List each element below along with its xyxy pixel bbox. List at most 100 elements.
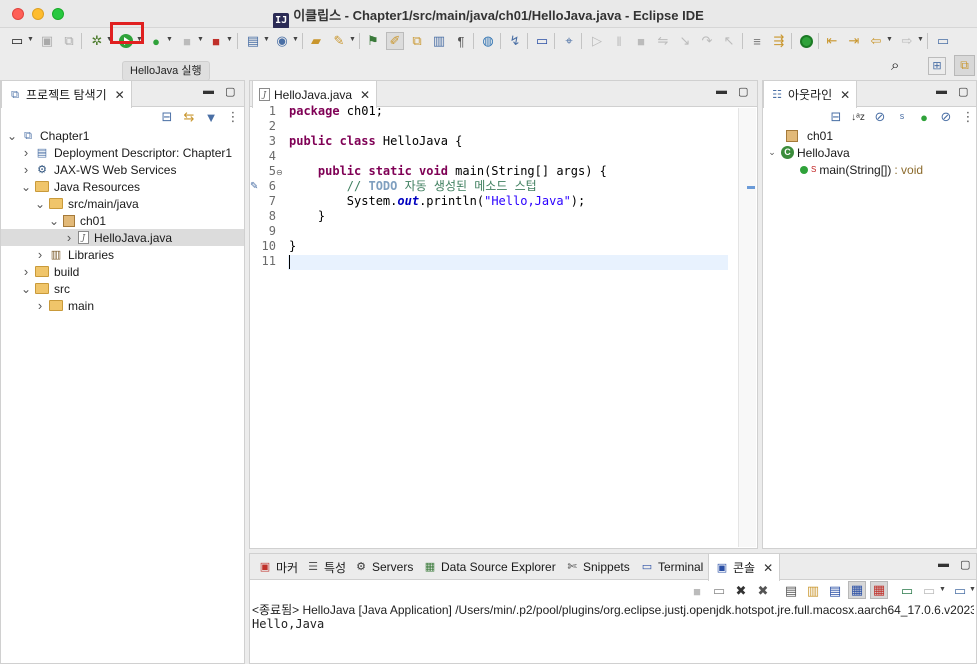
minimize-icon[interactable]: ▬ [938,558,949,570]
chevron-right-icon[interactable]: › [20,264,32,279]
next-annotation-icon[interactable]: ⇥ [845,32,863,50]
task-marker-icon[interactable]: ✎ [250,180,261,193]
maximize-icon[interactable]: ▢ [225,85,235,98]
display-console-dropdown-icon[interactable]: ▼ [939,586,946,593]
word-wrap-icon[interactable]: ▥ [430,32,448,50]
spring-boot-icon[interactable] [797,32,815,50]
outline-item-package[interactable]: ch01 [786,127,833,144]
back-icon[interactable]: ⇦ [867,32,885,50]
clear-console-icon[interactable]: ▤ [782,582,800,600]
open-type-icon[interactable]: ▰ [307,32,325,50]
coverage-icon[interactable]: ● [147,32,165,50]
chevron-down-icon[interactable]: ⌄ [34,197,46,211]
back-dropdown-icon[interactable]: ▼ [886,36,893,43]
tree-item[interactable]: › ▥ Libraries [34,246,114,263]
new-server-dropdown-icon[interactable]: ▼ [263,36,270,43]
tree-item[interactable]: › ⚙ JAX-WS Web Services [20,161,177,178]
new-class-dropdown-icon[interactable]: ▼ [292,36,299,43]
save-all-icon[interactable]: ⧉ [60,32,78,50]
view-menu-icon[interactable]: ⋮ [224,108,242,126]
tree-item[interactable]: ⌄ src/main/java [34,195,139,212]
mark-occurrences-icon[interactable]: ✐ [386,32,404,50]
scroll-lock-icon[interactable]: ▥ [804,582,822,600]
collapse-all-icon[interactable]: ⊟ [827,108,845,126]
console-terminate-icon[interactable]: ■ [688,582,706,600]
maximize-icon[interactable]: ▢ [738,85,748,98]
tab-terminal[interactable]: ▭ Terminal [634,554,709,580]
hide-static-icon[interactable]: ˢ [893,108,911,126]
toggle-block-selection-icon[interactable]: ⧉ [408,32,426,50]
collapse-all-icon[interactable]: ⊟ [158,108,176,126]
java-ee-perspective-icon[interactable]: ⧉ [954,55,975,76]
console-remove-launch-icon[interactable]: ▭ [710,582,728,600]
tree-item[interactable]: ⌄ Java Resources [20,178,140,195]
show-whitespace-icon[interactable]: ¶ [452,32,470,50]
tab-snippets[interactable]: ✄ Snippets [559,554,636,580]
show-on-output-icon[interactable]: ▦ [848,581,866,599]
coverage-dropdown-icon[interactable]: ▼ [166,36,173,43]
tab-servers[interactable]: ⚙ Servers [348,554,419,580]
minimize-icon[interactable]: ▬ [716,85,727,97]
filter-icon[interactable]: ▼ [202,108,220,126]
chevron-right-icon[interactable]: › [34,247,46,262]
close-icon[interactable]: ✕ [763,561,773,575]
chevron-right-icon[interactable]: › [63,230,75,245]
remove-all-icon[interactable]: ✖ [754,582,772,600]
overview-ruler-marker[interactable] [747,186,755,189]
forward-dropdown-icon[interactable]: ▼ [917,36,924,43]
new-dropdown-icon[interactable]: ▼ [27,36,34,43]
tree-item[interactable]: ⌄ ⧉ Chapter1 [6,127,89,144]
search-icon[interactable]: ⌕ [891,57,909,75]
fold-collapse-icon[interactable]: ⊖ [276,168,283,177]
close-icon[interactable]: ✕ [840,88,850,102]
show-on-error-icon[interactable]: ▦ [870,581,888,599]
new-class-icon[interactable]: ◉ [273,32,291,50]
outline-item-class[interactable]: ⌄ C HelloJava [766,144,849,161]
tab-data-source-explorer[interactable]: ▦ Data Source Explorer [417,554,562,580]
new-icon[interactable]: ▭ [8,32,26,50]
chevron-down-icon[interactable]: ⌄ [766,147,778,158]
resume-icon[interactable]: ▷ [588,32,606,50]
disconnect-icon[interactable]: ⇋ [654,32,672,50]
external-tools-icon[interactable]: ■ [207,32,225,50]
chevron-right-icon[interactable]: › [20,145,32,160]
chevron-down-icon[interactable]: ⌄ [6,129,18,143]
forward-icon[interactable]: ⇨ [898,32,916,50]
tree-item[interactable]: ⌄ ch01 [48,212,106,229]
step-over-icon[interactable]: ↷ [698,32,716,50]
tab-project-explorer[interactable]: ⧉ 프로젝트 탐색기 ✕ [1,81,132,108]
suspend-icon[interactable]: ‖ [610,32,628,50]
tree-item[interactable]: › main [34,297,94,314]
search-tool-icon[interactable]: ✎ [330,32,348,50]
chevron-down-icon[interactable]: ⌄ [20,180,32,194]
hide-local-types-icon[interactable]: ⊘ [937,108,955,126]
pin-console-icon[interactable]: ▭ [898,582,916,600]
minimize-icon[interactable]: ▬ [203,85,214,97]
editor-scrollbar[interactable] [738,108,756,547]
step-return-icon[interactable]: ↖ [720,32,738,50]
external-tools-dropdown-icon[interactable]: ▼ [226,36,233,43]
web-browser-icon[interactable]: ◍ [479,32,497,50]
open-console-dropdown-icon[interactable]: ▼ [969,586,976,593]
tree-item[interactable]: ⌄ src [20,280,70,297]
word-wrap-console-icon[interactable]: ▤ [826,582,844,600]
use-step-filters-icon[interactable]: ⇶ [770,32,788,50]
chevron-right-icon[interactable]: › [34,298,46,313]
chevron-right-icon[interactable]: › [20,162,32,177]
terminate-icon[interactable]: ■ [632,32,650,50]
view-menu-icon[interactable]: ⋮ [959,108,977,126]
minimize-icon[interactable]: ▬ [936,85,947,97]
chevron-down-icon[interactable]: ⌄ [20,282,32,296]
link-with-editor-icon[interactable]: ⇆ [180,108,198,126]
close-icon[interactable]: ✕ [360,88,370,102]
chevron-down-icon[interactable]: ⌄ [48,214,60,228]
terminal-tool-icon[interactable]: ▭ [533,32,551,50]
pin-editor-icon[interactable]: ▭ [934,32,952,50]
stop-dropdown-icon[interactable]: ▼ [197,36,204,43]
hide-non-public-icon[interactable]: ● [915,108,933,126]
drop-to-frame-icon[interactable]: ≡ [748,32,766,50]
tab-console[interactable]: ▣ 콘솔 ✕ [708,554,781,581]
tab-outline[interactable]: ☷ 아웃라인 ✕ [763,81,858,108]
open-console-icon[interactable]: ▭ [951,582,969,600]
previous-annotation-icon[interactable]: ⇤ [823,32,841,50]
